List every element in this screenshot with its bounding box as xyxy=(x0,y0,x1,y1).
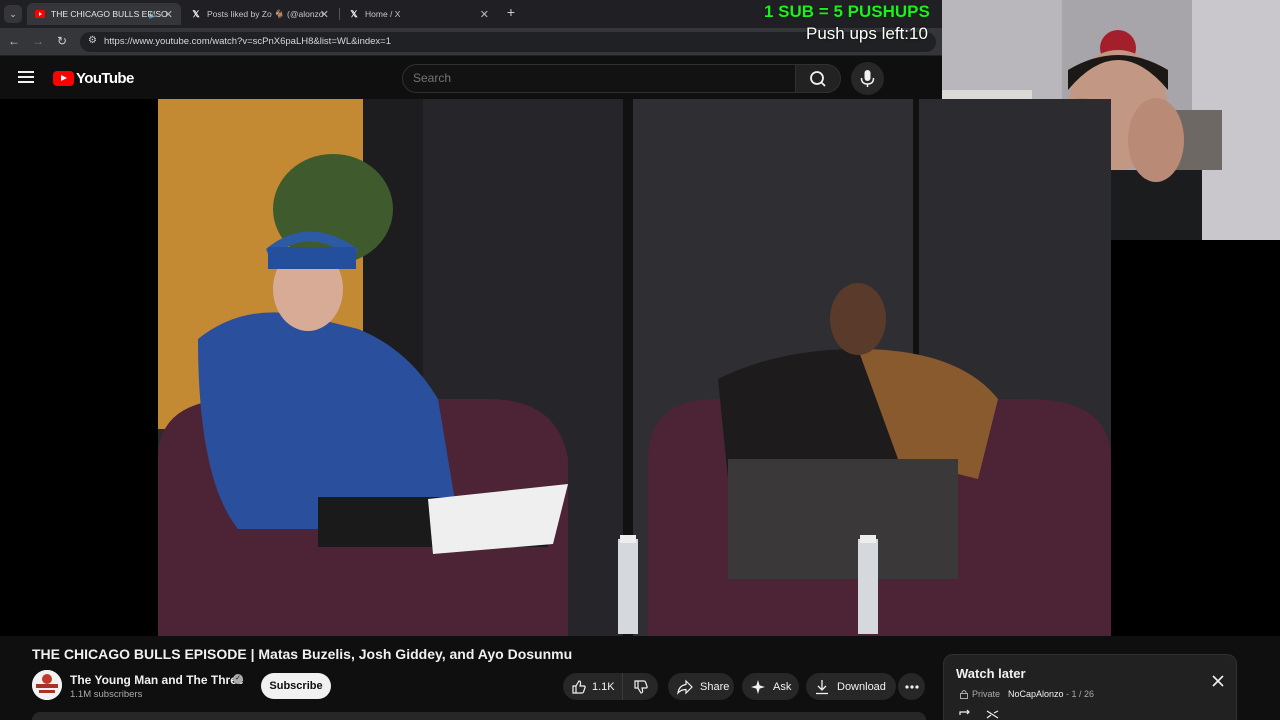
menu-icon[interactable] xyxy=(18,71,34,83)
tab-x-likes[interactable]: 𝕏 Posts liked by Zo 🐐 (@alonzo ✕ xyxy=(183,3,337,25)
download-button[interactable]: Download xyxy=(806,673,896,700)
like-dislike-group: 1.1K xyxy=(563,673,658,700)
x-favicon-icon: 𝕏 xyxy=(192,8,200,19)
search-box[interactable] xyxy=(402,64,796,93)
like-count: 1.1K xyxy=(592,680,615,693)
channel-avatar[interactable] xyxy=(32,670,62,700)
close-tab-icon[interactable]: ✕ xyxy=(320,8,329,21)
stream-overlay-pushups-text: Push ups left:10 xyxy=(806,24,928,43)
channel-name[interactable]: The Young Man and The Three xyxy=(70,673,244,687)
youtube-favicon-icon xyxy=(35,9,45,19)
share-label: Share xyxy=(700,680,730,693)
ask-label: Ask xyxy=(773,680,792,693)
more-actions-button[interactable] xyxy=(898,673,925,700)
search-icon xyxy=(810,71,826,87)
tab-x-home[interactable]: 𝕏 Home / X ✕ xyxy=(341,3,497,25)
verified-badge-icon: ✓ xyxy=(233,674,243,684)
download-icon xyxy=(816,679,828,694)
forward-button[interactable]: → xyxy=(30,34,46,48)
reload-button[interactable]: ↻ xyxy=(54,34,70,48)
video-frame-image xyxy=(158,99,1111,636)
youtube-logo[interactable]: YouTube xyxy=(53,70,134,87)
playlist-panel: Watch later Private NoCapAlonzo - 1 / 26 xyxy=(943,654,1237,720)
playlist-title[interactable]: Watch later xyxy=(956,666,1026,681)
youtube-logo-icon xyxy=(53,71,74,86)
playlist-owner[interactable]: NoCapAlonzo xyxy=(1008,689,1064,699)
tab-title: Posts liked by Zo 🐐 (@alonzo xyxy=(207,8,324,19)
search-input[interactable] xyxy=(413,71,773,85)
site-info-icon[interactable]: ⚙ xyxy=(88,35,97,46)
page-side-background xyxy=(1111,240,1280,636)
thumbs-up-icon xyxy=(572,679,586,694)
thumbs-down-icon xyxy=(633,679,648,694)
tab-youtube[interactable]: THE CHICAGO BULLS EPISO 🔈 ✕ xyxy=(27,3,181,25)
speaker-icon: 🔈 xyxy=(148,9,158,19)
browser-toolbar: ← → ↻ ⚙ https://www.youtube.com/watch?v=… xyxy=(0,28,942,56)
dislike-button[interactable] xyxy=(623,673,658,700)
share-icon xyxy=(677,679,693,695)
tab-divider xyxy=(339,8,340,20)
youtube-logo-text: YouTube xyxy=(76,70,134,87)
playlist-position: - 1 / 26 xyxy=(1063,689,1095,699)
shuffle-icon[interactable] xyxy=(986,709,1000,719)
tab-list-button[interactable]: ⌄ xyxy=(4,5,22,23)
back-button[interactable]: ← xyxy=(6,34,22,48)
playlist-privacy: Private xyxy=(972,689,1001,699)
voice-search-button[interactable] xyxy=(851,62,884,95)
channel-avatar-image xyxy=(32,670,62,700)
loop-icon[interactable] xyxy=(958,709,972,719)
lock-icon xyxy=(960,690,968,699)
url-text: https://www.youtube.com/watch?v=scPnX6pa… xyxy=(104,36,391,47)
description-box-top xyxy=(32,712,926,720)
share-button[interactable]: Share xyxy=(668,673,734,700)
ask-button[interactable]: Ask xyxy=(742,673,799,700)
subscriber-count: 1.1M subscribers xyxy=(70,689,143,700)
playlist-owner-info: NoCapAlonzo - 1 / 26 xyxy=(1008,689,1094,699)
close-playlist-button[interactable] xyxy=(1208,671,1228,691)
download-label: Download xyxy=(837,680,886,693)
microphone-icon xyxy=(860,70,875,87)
subscribe-button[interactable]: Subscribe xyxy=(261,673,331,699)
video-title: THE CHICAGO BULLS EPISODE | Matas Buzeli… xyxy=(32,646,573,662)
new-tab-button[interactable]: + xyxy=(503,4,519,20)
like-button[interactable]: 1.1K xyxy=(563,673,623,700)
youtube-header: YouTube xyxy=(0,57,942,99)
more-horizontal-icon xyxy=(904,684,919,689)
close-tab-icon[interactable]: ✕ xyxy=(480,8,489,21)
tab-title: Home / X xyxy=(365,9,401,19)
stream-overlay-sub-text: 1 SUB = 5 PUSHUPS xyxy=(764,2,930,21)
x-favicon-icon: 𝕏 xyxy=(350,8,358,19)
video-player[interactable] xyxy=(158,99,1111,636)
close-tab-icon[interactable]: ✕ xyxy=(164,8,173,21)
close-icon xyxy=(1212,675,1224,687)
sparkle-icon xyxy=(751,679,765,694)
search-button[interactable] xyxy=(796,64,841,93)
